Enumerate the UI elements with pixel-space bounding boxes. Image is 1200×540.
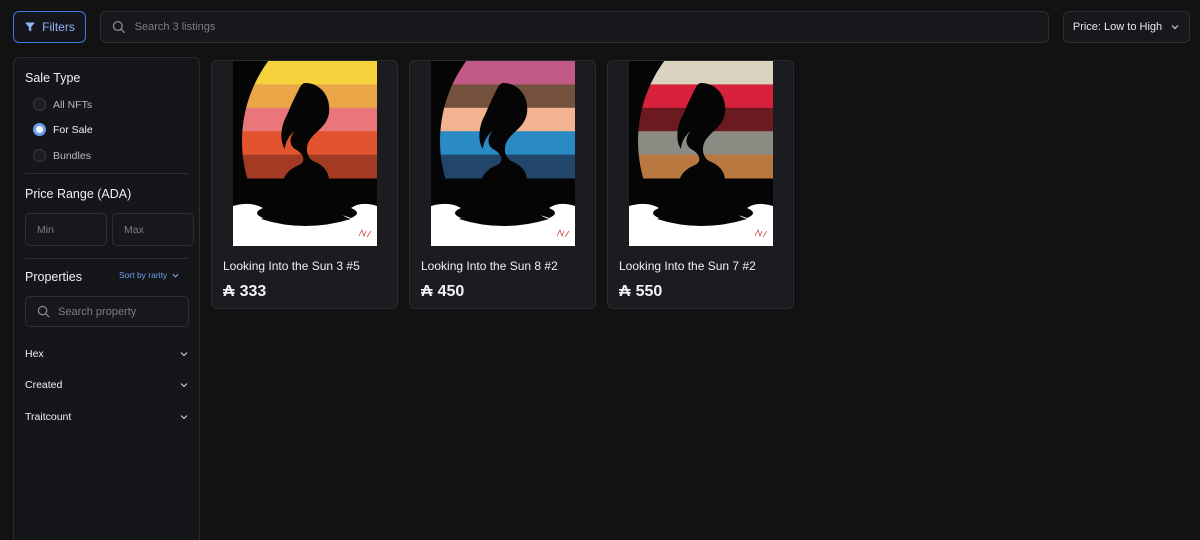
- divider: [25, 258, 189, 259]
- price-min-field[interactable]: [25, 213, 107, 246]
- nft-artwork: [629, 61, 773, 246]
- nft-artwork: [233, 61, 377, 246]
- radio-label: Bundles: [53, 149, 91, 162]
- property-search-input[interactable]: [58, 305, 188, 318]
- search-icon: [112, 21, 126, 34]
- radio-label: For Sale: [53, 123, 93, 136]
- listing-price: ₳ 550: [619, 283, 662, 301]
- sort-dropdown[interactable]: Price: Low to High: [1063, 11, 1190, 43]
- radio-button-selected[interactable]: [33, 123, 46, 136]
- properties-heading: Properties: [25, 270, 82, 284]
- radio-button[interactable]: [33, 149, 46, 162]
- filters-label: Filters: [42, 20, 75, 34]
- listing-title: Looking Into the Sun 3 #5: [223, 259, 360, 273]
- chevron-down-icon: [180, 352, 188, 357]
- property-created[interactable]: Created: [25, 376, 189, 394]
- price-value: 333: [239, 283, 267, 300]
- listing-price: ₳ 450: [421, 283, 464, 301]
- radio-button[interactable]: [33, 98, 46, 111]
- property-label: Created: [25, 379, 63, 391]
- listing-card[interactable]: Looking Into the Sun 8 #2 ₳ 450: [409, 60, 596, 309]
- radio-all-nfts[interactable]: All NFTs: [33, 98, 92, 111]
- radio-bundles[interactable]: Bundles: [33, 149, 91, 162]
- listing-card[interactable]: Looking Into the Sun 7 #2 ₳ 550: [607, 60, 794, 309]
- ada-currency-icon: ₳: [223, 283, 235, 300]
- price-min-input[interactable]: [37, 223, 106, 236]
- property-search-field[interactable]: [25, 296, 189, 327]
- ada-currency-icon: ₳: [421, 283, 433, 300]
- price-max-input[interactable]: [124, 223, 193, 236]
- radio-label: All NFTs: [53, 98, 93, 111]
- listing-title: Looking Into the Sun 8 #2: [421, 259, 558, 273]
- search-input[interactable]: [134, 21, 1048, 33]
- price-value: 550: [635, 283, 663, 300]
- property-traitcount[interactable]: Traitcount: [25, 408, 189, 426]
- property-hex[interactable]: Hex: [25, 345, 189, 363]
- price-value: 450: [437, 283, 465, 300]
- price-max-field[interactable]: [112, 213, 194, 246]
- filters-button[interactable]: Filters: [13, 11, 86, 43]
- filter-sidebar: Sale Type All NFTs For Sale Bundles Pric…: [13, 57, 200, 540]
- chevron-down-icon: [180, 383, 188, 388]
- search-icon: [37, 305, 50, 318]
- sale-type-heading: Sale Type: [25, 71, 81, 85]
- listing-price: ₳ 333: [223, 283, 266, 301]
- radio-for-sale[interactable]: For Sale: [33, 123, 93, 136]
- listing-card[interactable]: Looking Into the Sun 3 #5 ₳ 333: [211, 60, 398, 309]
- listing-title: Looking Into the Sun 7 #2: [619, 259, 756, 273]
- chevron-down-icon: [1171, 25, 1179, 30]
- filter-icon: [25, 22, 36, 32]
- ada-currency-icon: ₳: [619, 283, 631, 300]
- chevron-down-icon: [180, 415, 188, 420]
- sort-label: Price: Low to High: [1072, 21, 1163, 33]
- price-range-heading: Price Range (ADA): [25, 187, 132, 201]
- nft-artwork: [431, 61, 575, 246]
- chevron-down-icon: [172, 273, 179, 278]
- sort-by-rarity-label: Sort by rarity: [119, 270, 168, 280]
- sort-by-rarity-button[interactable]: Sort by rarity: [119, 270, 180, 280]
- search-bar[interactable]: [100, 11, 1049, 43]
- property-label: Hex: [25, 348, 44, 360]
- property-label: Traitcount: [25, 411, 72, 423]
- divider: [25, 173, 189, 174]
